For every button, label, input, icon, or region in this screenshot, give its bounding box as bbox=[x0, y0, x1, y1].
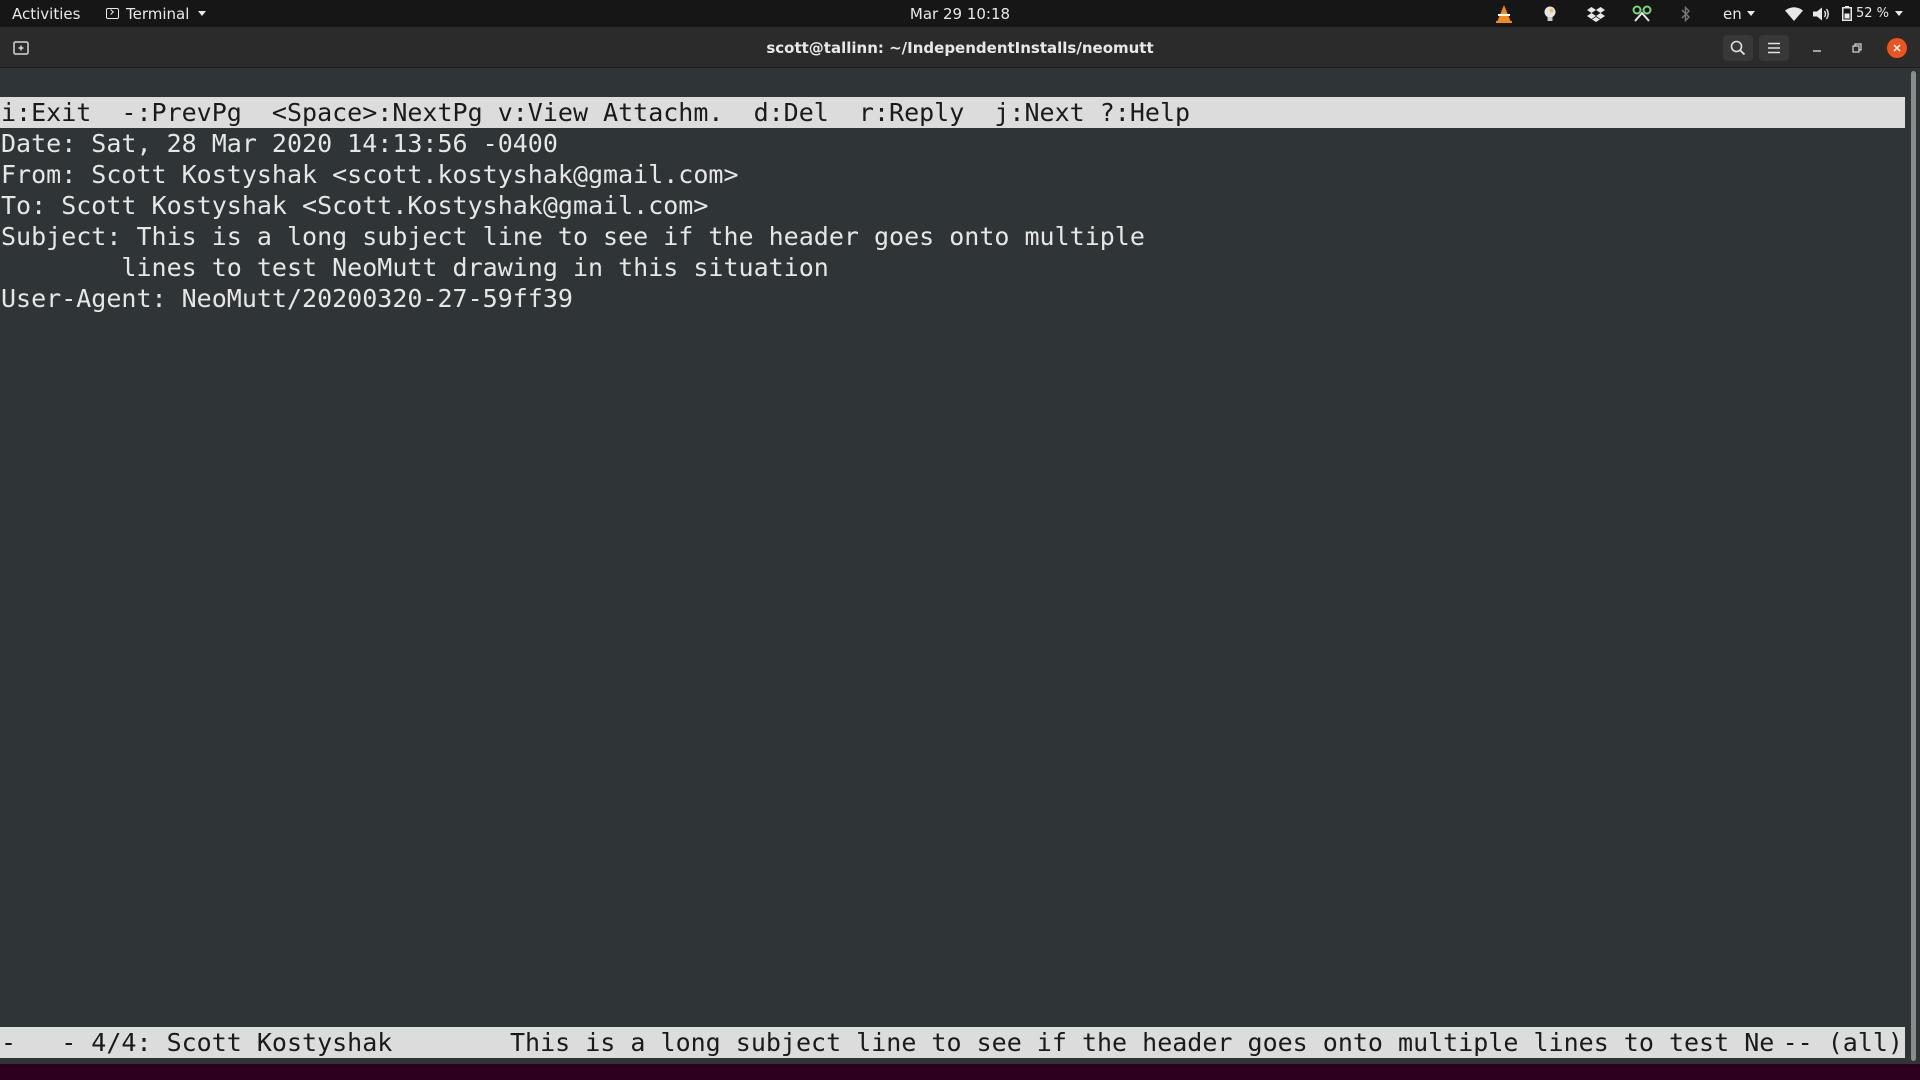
close-button[interactable] bbox=[1884, 35, 1910, 61]
wifi-icon[interactable] bbox=[1785, 0, 1803, 27]
status-position: - - 4/4: Scott Kostyshak bbox=[1, 1028, 393, 1057]
system-menu[interactable]: 52 % bbox=[1842, 0, 1904, 27]
chevron-down-icon bbox=[198, 11, 207, 16]
status-subject: This is a long subject line to see if th… bbox=[510, 1028, 1775, 1057]
keyboard-language-menu[interactable]: en bbox=[1723, 0, 1755, 27]
app-menu[interactable]: Terminal bbox=[106, 0, 207, 27]
new-tab-button[interactable] bbox=[8, 35, 34, 61]
restore-button[interactable] bbox=[1844, 35, 1870, 61]
pager-help-bar: i:Exit -:PrevPg <Space>:NextPg v:View At… bbox=[0, 97, 1905, 128]
header-user-agent: User-Agent: NeoMutt/20200320-27-59ff39 bbox=[1, 284, 573, 313]
activities-button[interactable]: Activities bbox=[12, 0, 80, 27]
header-date: Date: Sat, 28 Mar 2020 14:13:56 -0400 bbox=[1, 129, 558, 158]
window-title: scott@tallinn: ~/IndependentInstalls/neo… bbox=[766, 38, 1154, 57]
hamburger-icon bbox=[1768, 42, 1780, 54]
battery-icon bbox=[1842, 6, 1852, 21]
activities-label: Activities bbox=[12, 4, 81, 23]
desktop-background bbox=[0, 1064, 1920, 1080]
hamburger-menu-button[interactable] bbox=[1759, 35, 1789, 61]
chevron-down-icon bbox=[1746, 11, 1755, 16]
header-subject-continuation: lines to test NeoMutt drawing in this si… bbox=[1, 253, 829, 282]
header-from: From: Scott Kostyshak <scott.kostyshak@g… bbox=[1, 160, 739, 189]
new-tab-icon bbox=[13, 41, 29, 55]
close-icon bbox=[1887, 38, 1907, 58]
minimize-icon bbox=[1813, 50, 1821, 52]
volume-icon[interactable] bbox=[1813, 0, 1831, 27]
terminal-scrollbar[interactable] bbox=[1908, 69, 1920, 1064]
terminal-content[interactable]: i:Exit -:PrevPg <Space>:NextPg v:View At… bbox=[0, 69, 1905, 1064]
battery-percent: 52 % bbox=[1856, 6, 1890, 21]
window-titlebar[interactable]: scott@tallinn: ~/IndependentInstalls/neo… bbox=[0, 27, 1920, 68]
vlc-icon[interactable] bbox=[1494, 0, 1514, 27]
chevron-down-icon bbox=[1895, 11, 1904, 16]
minimize-button[interactable] bbox=[1804, 35, 1830, 61]
terminal-icon bbox=[106, 8, 119, 19]
restore-icon bbox=[1852, 43, 1862, 53]
app-menu-label: Terminal bbox=[126, 4, 190, 23]
help-line: i:Exit -:PrevPg <Space>:NextPg v:View At… bbox=[1, 98, 1191, 127]
search-button[interactable] bbox=[1723, 35, 1753, 61]
language-label: en bbox=[1723, 4, 1742, 23]
top-panel: Activities Terminal Mar 29 10:18 en 52 % bbox=[0, 0, 1920, 27]
bluetooth-icon[interactable] bbox=[1681, 0, 1691, 27]
scrollbar-thumb[interactable] bbox=[1911, 71, 1916, 1061]
window-title-area: scott@tallinn: ~/IndependentInstalls/neo… bbox=[0, 27, 1920, 68]
terminal-window: scott@tallinn: ~/IndependentInstalls/neo… bbox=[0, 27, 1920, 1064]
lightbulb-icon[interactable] bbox=[1542, 0, 1558, 27]
dropbox-icon[interactable] bbox=[1587, 0, 1605, 27]
clock-button[interactable]: Mar 29 10:18 bbox=[910, 5, 1010, 23]
pager-status-bar: - - 4/4: Scott Kostyshak This is a long … bbox=[0, 1027, 1905, 1058]
status-percent: -- (all) bbox=[1782, 1028, 1903, 1057]
indicator-icon[interactable] bbox=[1632, 0, 1652, 27]
header-subject: Subject: This is a long subject line to … bbox=[1, 222, 1145, 251]
search-icon bbox=[1730, 40, 1746, 56]
header-to: To: Scott Kostyshak <Scott.Kostyshak@gma… bbox=[1, 191, 709, 220]
